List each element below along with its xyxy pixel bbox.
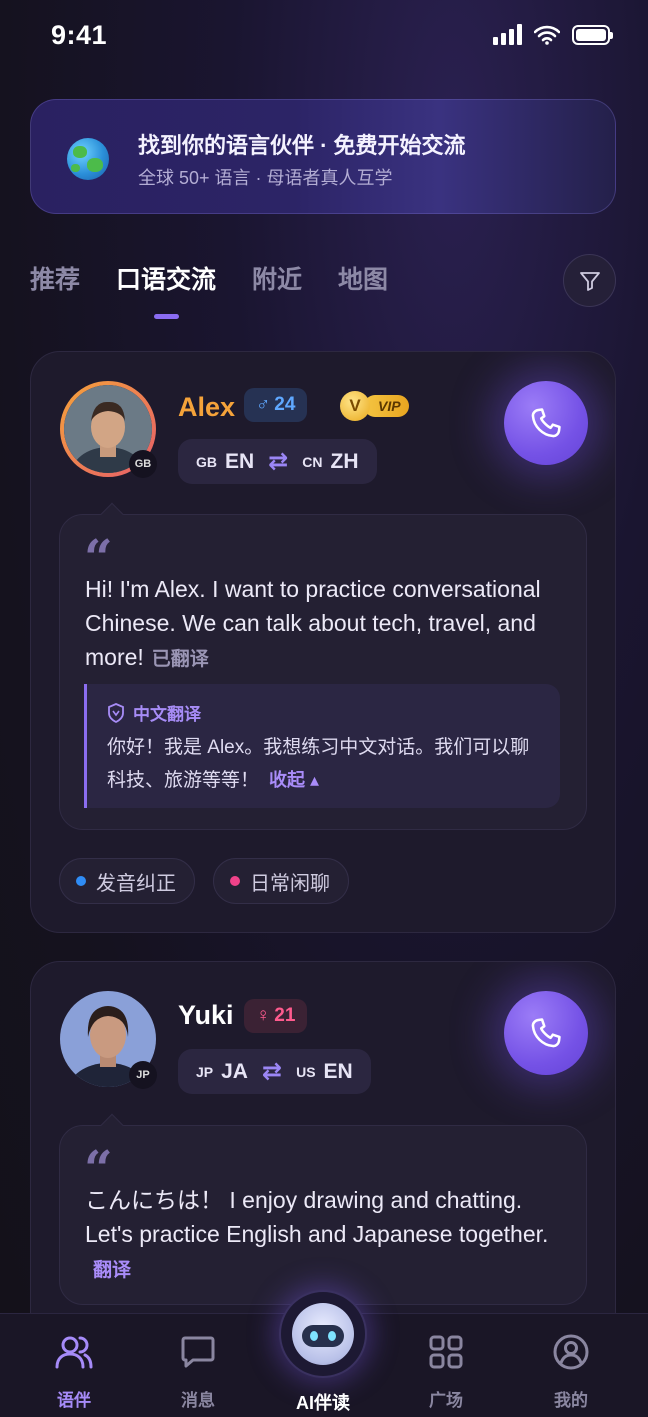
native-language: EN [225, 449, 255, 473]
learning-country-code: US [296, 1063, 316, 1080]
filter-button[interactable] [563, 254, 616, 307]
phone-icon [531, 408, 561, 438]
status-time: 9:41 [51, 20, 108, 50]
banner-title: 找到你的语言伙伴 · 免费开始交流 [138, 133, 466, 158]
nav-partners[interactable]: 语伴 [34, 1332, 114, 1411]
interest-tag[interactable]: 日常闲聊 [213, 858, 349, 904]
signal-icon [493, 24, 522, 45]
learning-country-code: CN [302, 453, 323, 470]
female-icon: ♀ [256, 1005, 271, 1026]
translation-title: 中文翻译 [133, 705, 201, 724]
banner-subtitle: 全球 50+ 语言 · 母语者真人互学 [138, 168, 393, 188]
vip-badge: V VIP [340, 391, 409, 421]
globe-icon [67, 138, 109, 180]
message-icon [181, 1336, 215, 1368]
message-bubble: “ Hi! I'm Alex. I want to practice conve… [59, 502, 587, 830]
age-value: 21 [274, 1005, 296, 1026]
translation-text: 你好！我是 Alex。我想练习中文对话。我们可以聊科技、旅游等等！ 收起 ▴ [107, 737, 530, 791]
status-icons [493, 24, 613, 45]
nav-label: 语伴 [57, 1391, 91, 1410]
native-country-code: GB [196, 453, 217, 470]
promo-banner[interactable]: 找到你的语言伙伴 · 免费开始交流 全球 50+ 语言 · 母语者真人互学 [30, 99, 616, 214]
ai-robot-icon [292, 1303, 354, 1365]
nav-label: 消息 [181, 1391, 215, 1410]
tab-recommend[interactable]: 推荐 [30, 260, 80, 296]
call-button[interactable] [504, 991, 588, 1075]
native-language: JA [221, 1059, 248, 1083]
grid-icon [429, 1335, 463, 1369]
translation-box: 中文翻译 你好！我是 Alex。我想练习中文对话。我们可以聊科技、旅游等等！ 收起… [84, 684, 560, 808]
crown-icon: V [340, 391, 370, 421]
partner-name: Alex [178, 392, 236, 422]
country-badge: GB [129, 450, 157, 478]
translated-tag: 已翻译 [151, 649, 209, 670]
tab-nearby[interactable]: 附近 [252, 260, 302, 296]
message-text: Hi! I'm Alex. I want to practice convers… [85, 576, 541, 670]
translation-header: 中文翻译 [107, 700, 201, 725]
call-button[interactable] [504, 381, 588, 465]
battery-icon [572, 24, 613, 45]
language-pair: JP JA ⇄ US EN [178, 1049, 371, 1094]
age-value: 24 [274, 394, 296, 415]
nav-messages[interactable]: 消息 [158, 1332, 238, 1411]
tag-dot [230, 876, 240, 886]
tag-label: 日常闲聊 [250, 872, 330, 895]
nav-label: AI伴读 [296, 1393, 350, 1413]
category-tabs: 推荐 口语交流 附近 地图 [30, 260, 388, 319]
partners-icon [55, 1336, 93, 1369]
wifi-icon [534, 25, 560, 45]
status-bar: 9:41 [0, 0, 648, 72]
tag-dot [76, 876, 86, 886]
tab-speaking[interactable]: 口语交流 [116, 260, 216, 319]
interest-tag[interactable]: 发音纠正 [59, 858, 195, 904]
learning-language: EN [323, 1059, 353, 1083]
partner-card[interactable]: GB Alex ♂ 24 V VIP GB EN ⇄ CN ZH “ Hi! I… [30, 351, 616, 933]
swap-icon: ⇄ [261, 1058, 283, 1085]
message-bubble: “ こんにちは！ I enjoy drawing and chatting. L… [59, 1113, 587, 1305]
nav-plaza[interactable]: 广场 [406, 1332, 486, 1411]
phone-icon [531, 1018, 561, 1048]
swap-icon: ⇄ [268, 448, 289, 475]
male-icon: ♂ [256, 394, 271, 415]
message-text: こんにちは！ I enjoy drawing and chatting. Let… [85, 1187, 549, 1281]
filter-icon [579, 271, 600, 291]
profile-icon [553, 1334, 589, 1370]
tag-label: 发音纠正 [96, 872, 176, 895]
native-country-code: JP [196, 1063, 214, 1080]
tab-map[interactable]: 地图 [338, 260, 388, 296]
age-badge: ♂ 24 [244, 388, 308, 422]
partner-name: Yuki [178, 1000, 234, 1030]
nav-label: 我的 [554, 1391, 588, 1410]
collapse-link[interactable]: 收起 ▴ [269, 770, 319, 790]
shield-translate-icon [108, 702, 124, 723]
nav-label: 广场 [429, 1391, 463, 1410]
learning-language: ZH [330, 449, 359, 473]
age-badge: ♀ 21 [244, 999, 308, 1033]
language-pair: GB EN ⇄ CN ZH [178, 439, 377, 484]
country-badge: JP [129, 1061, 157, 1089]
nav-ai-reading[interactable] [279, 1290, 367, 1378]
translate-link[interactable]: 翻译 [93, 1260, 131, 1281]
vip-label: VIP [364, 395, 409, 417]
nav-profile[interactable]: 我的 [531, 1332, 611, 1411]
